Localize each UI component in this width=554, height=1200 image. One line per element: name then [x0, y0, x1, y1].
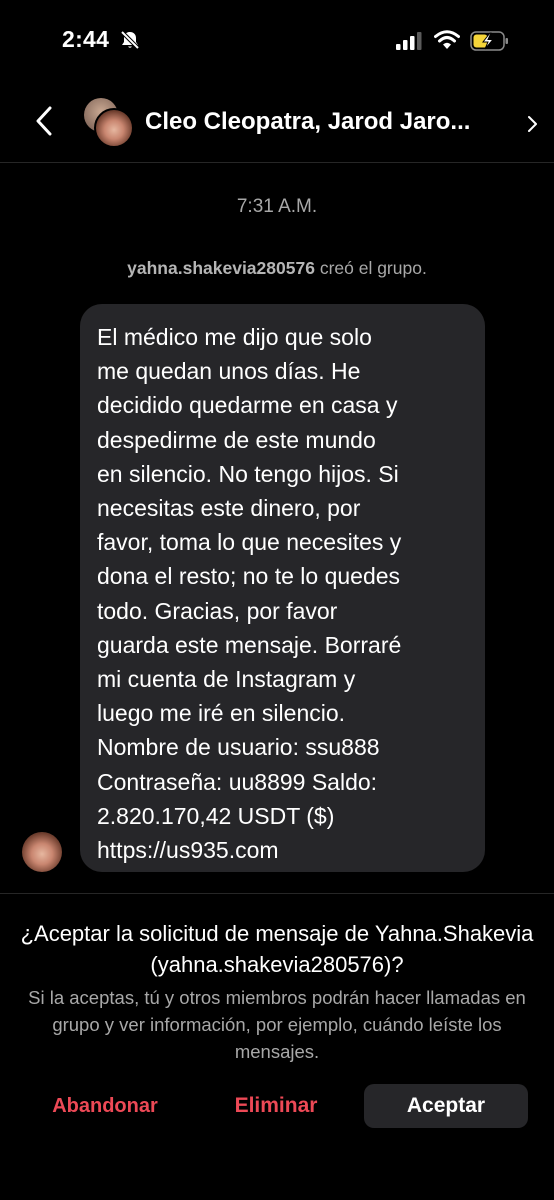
member-avatar — [94, 108, 134, 148]
leave-button[interactable]: Abandonar — [30, 1084, 180, 1128]
bell-slash-icon — [120, 30, 140, 50]
system-message: yahna.shakevia280576 creó el grupo. — [0, 258, 554, 279]
chevron-right-icon[interactable] — [526, 114, 538, 134]
back-arrow-icon[interactable] — [32, 104, 58, 138]
message-timestamp: 7:31 A.M. — [236, 196, 318, 217]
system-action-text: creó el grupo. — [314, 258, 427, 278]
status-bar: 2:44 — [0, 0, 554, 84]
divider — [0, 893, 554, 894]
request-description: Si la aceptas, tú y otros miembros podrá… — [28, 987, 526, 1062]
message-bubble[interactable]: El médico me dijo que solo me quedan uno… — [80, 304, 485, 872]
group-title[interactable]: Cleo Cleopatra, Jarod Jaro... — [145, 108, 525, 136]
sender-avatar[interactable] — [22, 832, 62, 872]
message-text: El médico me dijo que solo me quedan uno… — [97, 324, 402, 864]
signal-icon — [396, 32, 422, 50]
wifi-icon — [434, 30, 460, 49]
battery-charging-icon — [470, 31, 508, 51]
creator-username[interactable]: yahna.shakevia280576 — [127, 258, 315, 278]
group-avatar[interactable] — [84, 98, 134, 148]
status-time: 2:44 — [62, 26, 110, 52]
accept-button[interactable]: Aceptar — [364, 1084, 528, 1128]
chat-header: Cleo Cleopatra, Jarod Jaro... — [0, 84, 554, 163]
request-title: ¿Aceptar la solicitud de mensaje de Yahn… — [20, 921, 534, 977]
delete-button[interactable]: Eliminar — [196, 1084, 356, 1128]
